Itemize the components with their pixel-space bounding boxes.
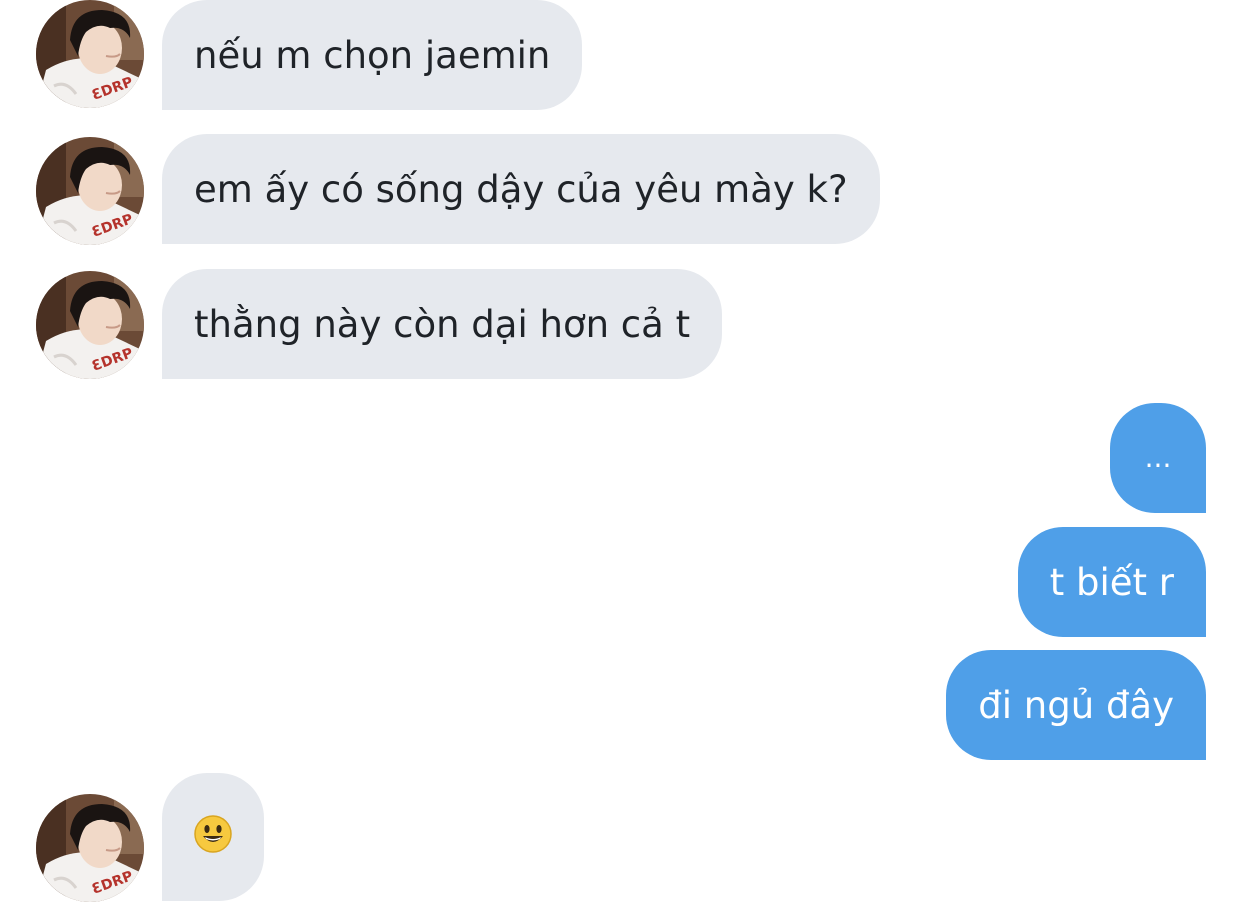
message-text: nếu m chọn jaemin: [194, 33, 551, 77]
contact-avatar[interactable]: [36, 137, 144, 245]
incoming-message-bubble[interactable]: thằng này còn dại hơn cả t: [162, 269, 723, 379]
smiling-face-emoji-icon: [193, 814, 233, 860]
contact-avatar[interactable]: [36, 794, 144, 902]
message-text: em ấy có sống dậy của yêu mày k?: [194, 167, 848, 211]
outgoing-message-bubble[interactable]: ...: [1110, 403, 1206, 513]
message-text: ...: [1144, 441, 1172, 474]
avatar-photo-icon: [36, 137, 144, 245]
incoming-message-bubble[interactable]: nếu m chọn jaemin: [162, 0, 583, 110]
avatar-photo-icon: [36, 794, 144, 902]
incoming-message-bubble[interactable]: em ấy có sống dậy của yêu mày k?: [162, 134, 880, 244]
contact-avatar[interactable]: [36, 0, 144, 108]
avatar-photo-icon: [36, 271, 144, 379]
message-text: thằng này còn dại hơn cả t: [194, 302, 691, 346]
outgoing-message-bubble[interactable]: đi ngủ đây: [946, 650, 1206, 760]
message-text: t biết r: [1049, 560, 1174, 604]
outgoing-message-bubble[interactable]: t biết r: [1017, 527, 1206, 637]
incoming-message-bubble[interactable]: 😃: [162, 773, 264, 901]
avatar-photo-icon: [36, 0, 144, 108]
contact-avatar[interactable]: [36, 271, 144, 379]
message-text: đi ngủ đây: [978, 683, 1174, 727]
